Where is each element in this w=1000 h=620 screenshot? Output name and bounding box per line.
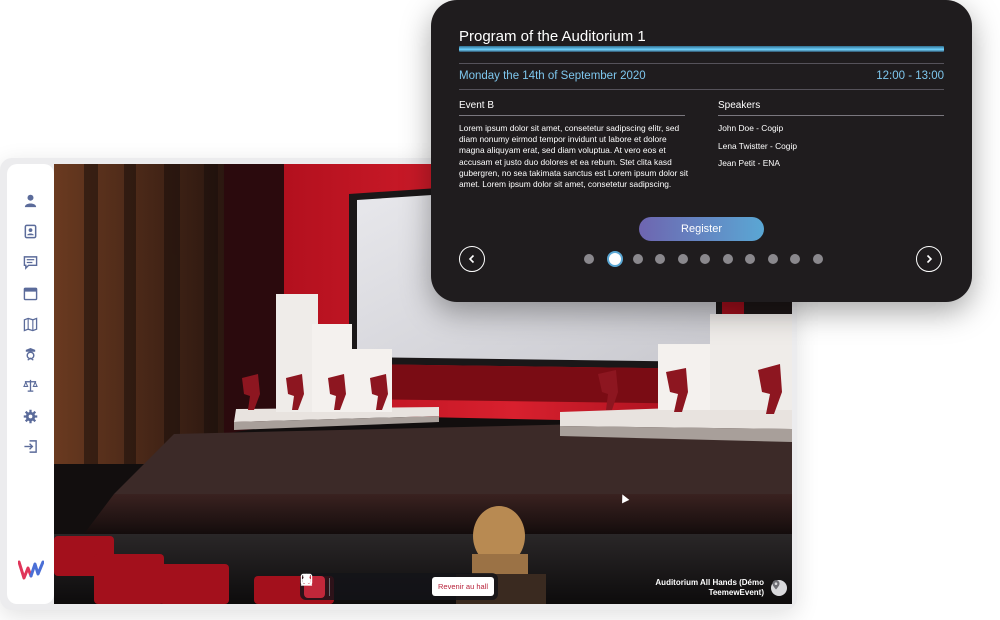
back-to-hall-button[interactable]: Revenir au hall [432,577,495,596]
bottom-toolbar: Revenir au hall [300,573,498,600]
pagination-dot[interactable] [790,254,800,264]
chat-icon[interactable] [300,573,402,598]
event-description: Lorem ipsum dolor sit amet, consetetur s… [459,123,689,190]
map-icon[interactable] [22,316,38,332]
speakers-heading: Speakers [718,100,761,111]
title-underline-bar [459,46,944,52]
brand-logo[interactable] [18,560,44,580]
register-button[interactable]: Register [639,217,764,241]
divider [459,89,944,90]
divider [718,115,944,116]
location-line-2: TeemewEvent) [708,588,764,597]
pagination-dot-active[interactable] [606,251,623,267]
pagination-dot[interactable] [722,254,733,264]
toolbar-separator [329,577,331,596]
location-label: Auditorium All Hands (Démo TeemewEvent) [624,578,764,598]
chevron-left-icon [468,254,475,264]
chevron-right-icon [926,254,933,264]
pagination-dot[interactable] [700,254,710,264]
speaker-item: Lena Twistter - Cogip [718,140,797,151]
user-icon[interactable] [22,192,38,208]
pagination-dot[interactable] [655,254,665,264]
speaker-item: Jean Petit - ENA [718,158,780,168]
divider [459,63,944,64]
pagination-dot[interactable] [632,254,643,264]
scale-icon[interactable] [22,377,38,393]
sidebar [7,164,54,604]
pagination-dot[interactable] [677,254,688,264]
divider [459,115,685,116]
speaker-item: John Doe - Cogip [718,123,784,133]
pagination-dots [584,251,835,267]
pagination-dot[interactable] [584,254,594,264]
speakers-list: John Doe - Cogip Lena Twistter - Cogip J… [718,123,797,176]
previous-button[interactable] [459,246,485,272]
event-title: Event B [459,100,495,111]
contacts-icon[interactable] [22,223,38,239]
program-date: Monday the 14th of September 2020 [459,70,646,82]
calendar-icon[interactable] [22,285,38,301]
pagination-dot[interactable] [745,254,755,264]
location-line-1: Auditorium All Hands (Démo [655,578,764,587]
pin-icon[interactable] [302,574,426,598]
bell-icon[interactable] [301,575,379,598]
next-button[interactable] [916,246,942,272]
program-time: 12:00 - 13:00 [876,70,944,82]
award-icon[interactable] [22,346,38,362]
program-popup: Program of the Auditorium 1 Monday the 1… [431,0,972,302]
chat-icon[interactable] [22,254,38,270]
logout-icon[interactable] [22,438,38,454]
gear-icon[interactable] [22,408,38,424]
pagination-dot[interactable] [812,254,823,264]
pagination-dot[interactable] [767,254,778,264]
program-title: Program of the Auditorium 1 [459,28,646,45]
award-icon[interactable] [302,573,355,598]
location-pin-icon[interactable] [771,580,787,596]
